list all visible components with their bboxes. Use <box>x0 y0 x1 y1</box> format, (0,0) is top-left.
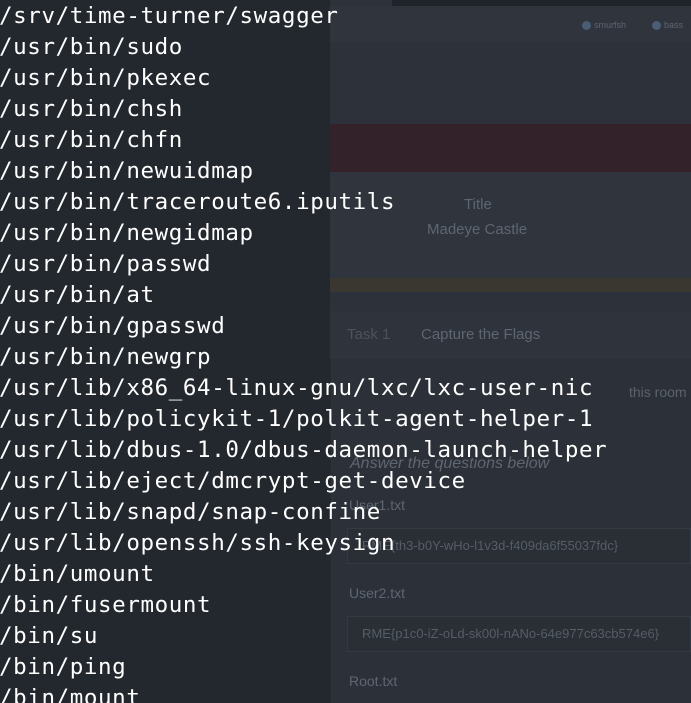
terminal-line: /usr/lib/dbus-1.0/dbus-daemon-launch-hel… <box>0 437 608 463</box>
creator-badge-label: bass <box>664 20 684 30</box>
terminal-line: /usr/bin/newuidmap <box>0 158 254 184</box>
terminal-line: /usr/bin/chsh <box>0 96 183 122</box>
desktop-screen: smurfsh bass Title Madeye Castle Task 1 … <box>0 0 691 703</box>
creator-badge-2[interactable]: bass <box>652 18 683 32</box>
terminal-line: /bin/mount <box>0 685 141 703</box>
terminal-line: /srv/time-turner/swagger <box>0 3 339 29</box>
terminal-line: /usr/lib/openssh/ssh-keysign <box>0 530 396 556</box>
terminal-line: /usr/lib/snapd/snap-confine <box>0 499 381 525</box>
terminal-line: /usr/bin/gpasswd <box>0 313 226 339</box>
terminal-line: /usr/bin/at <box>0 282 155 308</box>
terminal-line: /usr/lib/eject/dmcrypt-get-device <box>0 468 466 494</box>
profile-dot-icon <box>652 20 661 30</box>
terminal-line: /bin/umount <box>0 561 155 587</box>
terminal-line: /usr/bin/newgrp <box>0 344 212 370</box>
terminal-output: /srv/time-turner/swagger /usr/bin/sudo /… <box>0 2 607 703</box>
terminal-line: /usr/bin/chfn <box>0 127 183 153</box>
terminal-line: /bin/fusermount <box>0 592 212 618</box>
terminal-line: /usr/bin/sudo <box>0 34 183 60</box>
terminal-line: /usr/bin/pkexec <box>0 65 212 91</box>
task-description: this room <box>629 384 687 400</box>
terminal-line: /usr/bin/newgidmap <box>0 220 254 246</box>
terminal-line: /bin/ping <box>0 654 127 680</box>
terminal-line: /usr/lib/x86_64-linux-gnu/lxc/lxc-user-n… <box>0 375 594 401</box>
terminal-line: /usr/lib/policykit-1/polkit-agent-helper… <box>0 406 594 432</box>
terminal-line: /bin/su <box>0 623 99 649</box>
terminal-line: /usr/bin/passwd <box>0 251 212 277</box>
terminal-line: /usr/bin/traceroute6.iputils <box>0 189 396 215</box>
